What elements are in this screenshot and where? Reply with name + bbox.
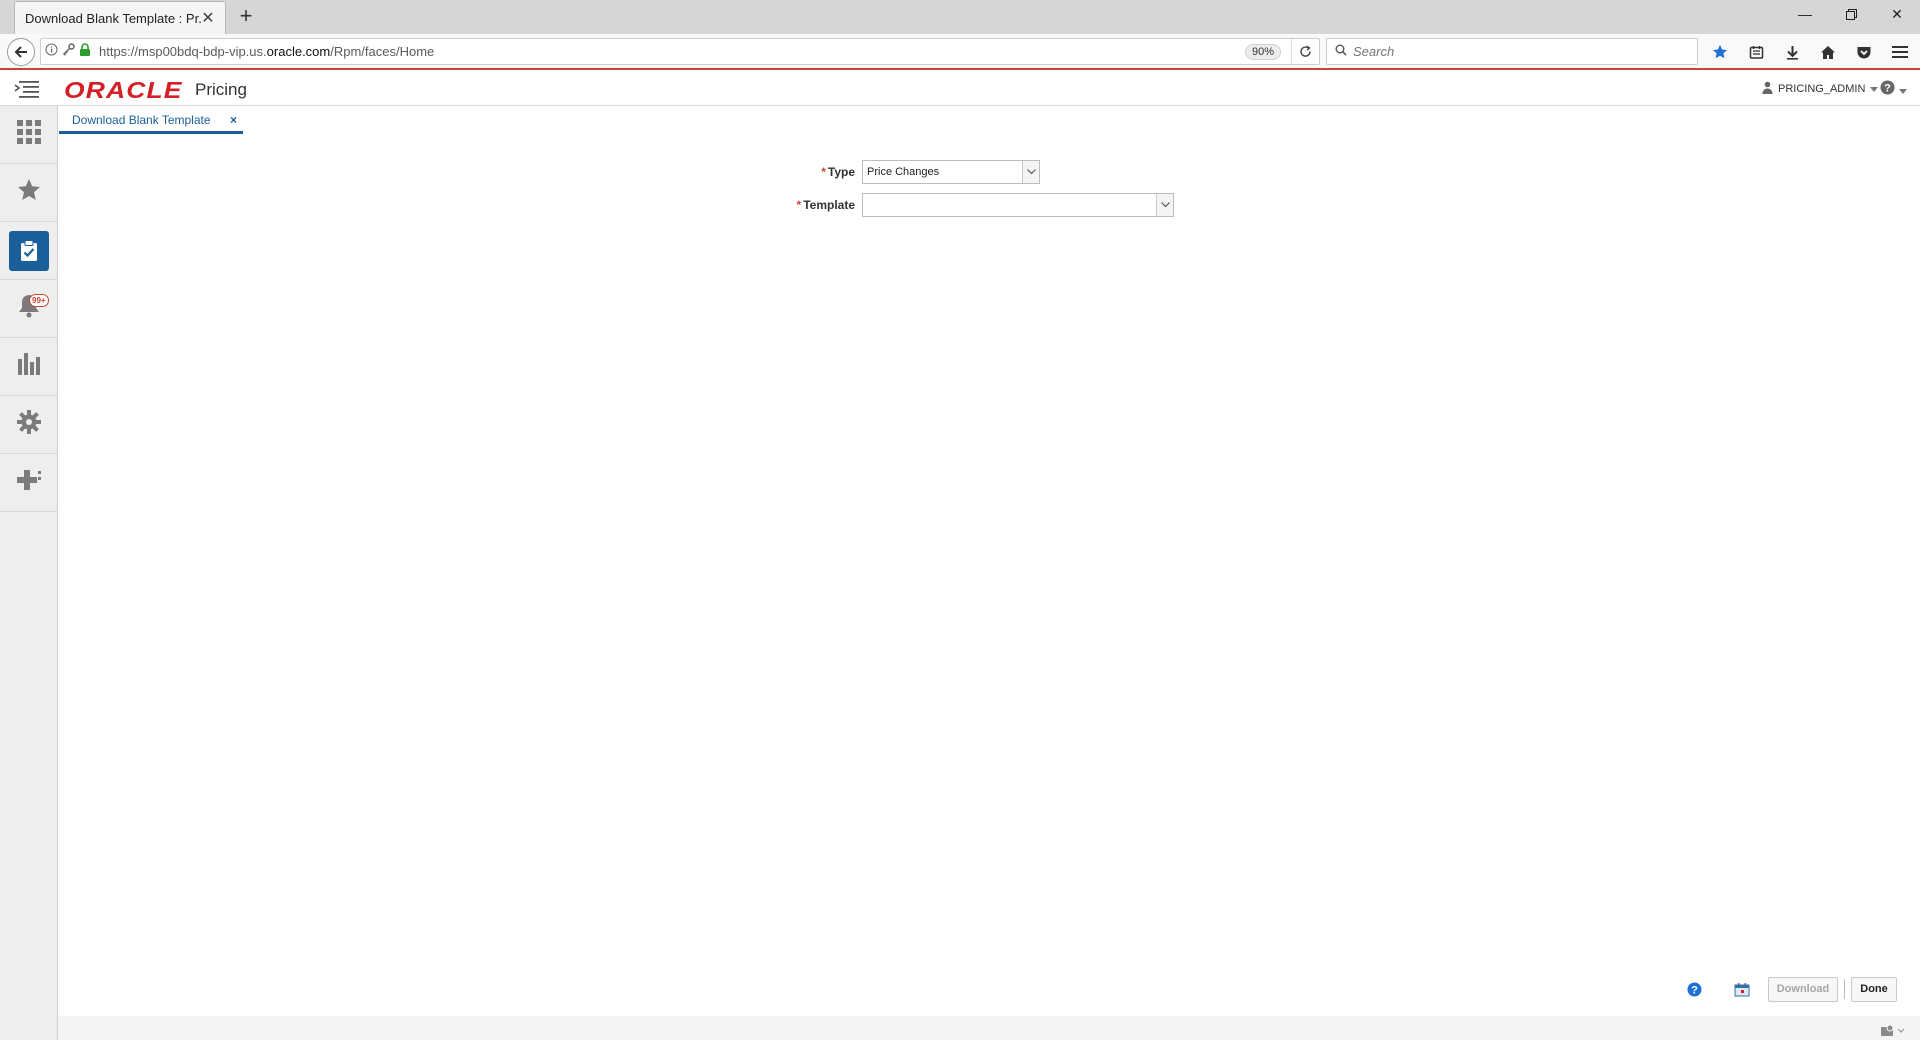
template-select[interactable] <box>862 193 1174 217</box>
browser-tab-bar: Download Blank Template : Pr... ✕ + — ✕ <box>0 0 1920 34</box>
footer-actions: ? Download Done <box>1680 976 1897 1002</box>
chevron-down-icon[interactable] <box>1156 194 1173 216</box>
oracle-logo: ORACLE <box>64 77 183 103</box>
help-icon[interactable]: ? <box>1680 976 1708 1002</box>
sidebar-item-apps[interactable] <box>0 106 57 164</box>
home-icon[interactable] <box>1814 38 1842 66</box>
reload-icon[interactable] <box>1291 39 1319 64</box>
browser-toolbar <box>1706 38 1878 66</box>
type-select-value: Price Changes <box>867 166 940 178</box>
sidebar-item-tasks[interactable] <box>0 222 57 280</box>
bar-chart-icon <box>17 353 40 380</box>
plus-icon <box>16 468 42 497</box>
chevron-down-icon[interactable] <box>1022 161 1039 183</box>
user-name: PRICING_ADMIN <box>1778 83 1866 95</box>
download-button[interactable]: Download <box>1768 976 1838 1002</box>
minimize-icon[interactable]: — <box>1782 0 1828 28</box>
back-arrow-icon[interactable] <box>7 38 35 66</box>
pocket-icon[interactable] <box>1850 38 1878 66</box>
close-tab-icon[interactable]: × <box>230 113 237 127</box>
type-row: * Type Price Changes <box>775 160 1040 184</box>
task-list-icon <box>8 230 49 271</box>
tab-download-blank-template[interactable]: Download Blank Template × <box>59 108 243 134</box>
template-row: * Template <box>775 193 1174 217</box>
hamburger-menu-icon[interactable] <box>1888 40 1912 64</box>
info-icon[interactable] <box>45 43 58 61</box>
type-select[interactable]: Price Changes <box>862 160 1040 184</box>
browser-tab[interactable]: Download Blank Template : Pr... ✕ <box>14 1 226 34</box>
reading-list-icon[interactable] <box>1742 38 1770 66</box>
browser-search[interactable] <box>1326 38 1698 65</box>
url-text: https://msp00bdq-bdp-vip.us.oracle.com/R… <box>99 44 435 59</box>
close-window-icon[interactable]: ✕ <box>1874 0 1920 28</box>
browser-nav-bar: https://msp00bdq-bdp-vip.us.oracle.com/R… <box>0 34 1920 70</box>
star-icon <box>17 178 41 207</box>
user-icon <box>1762 81 1773 97</box>
gear-icon <box>16 410 41 439</box>
navigator-menu-icon[interactable] <box>14 80 40 103</box>
chevron-down-icon <box>1870 83 1879 95</box>
help-menu[interactable]: ? <box>1880 80 1907 100</box>
sidebar-item-settings[interactable] <box>0 396 57 454</box>
grid-icon <box>16 120 41 149</box>
help-icon: ? <box>1880 80 1895 100</box>
zoom-level[interactable]: 90% <box>1244 43 1281 60</box>
button-divider <box>1844 979 1845 999</box>
download-icon[interactable] <box>1778 38 1806 66</box>
accessibility-settings-icon[interactable] <box>1880 1024 1905 1042</box>
svg-text:?: ? <box>1691 984 1698 996</box>
window-controls: — ✕ <box>1782 0 1920 28</box>
app-header: ORACLE Pricing PRICING_ADMIN ? <box>0 72 1920 106</box>
restore-icon[interactable] <box>1828 0 1874 28</box>
lock-icon <box>79 42 91 61</box>
sidebar-item-favorites[interactable] <box>0 164 57 222</box>
status-bar <box>58 1016 1920 1040</box>
tab-label: Download Blank Template <box>72 112 211 127</box>
bookmark-star-icon[interactable] <box>1706 38 1734 66</box>
search-icon <box>1335 43 1347 61</box>
sidebar-item-notifications[interactable]: 99+ <box>0 280 57 338</box>
template-label: * Template <box>796 198 855 212</box>
sidebar-item-add[interactable] <box>0 454 57 512</box>
close-tab-icon[interactable]: ✕ <box>201 8 215 28</box>
new-tab-icon[interactable]: + <box>236 5 256 27</box>
left-sidebar: 99+ <box>0 106 58 1040</box>
search-input[interactable] <box>1353 44 1673 59</box>
notifications-count-badge: 99+ <box>29 294 49 307</box>
user-menu[interactable]: PRICING_ADMIN <box>1762 81 1879 97</box>
browser-tab-title: Download Blank Template : Pr... <box>25 10 201 26</box>
type-label: * Type <box>821 165 855 179</box>
key-icon <box>62 42 75 61</box>
url-bar[interactable]: https://msp00bdq-bdp-vip.us.oracle.com/R… <box>40 38 1320 65</box>
sidebar-item-reports[interactable] <box>0 338 57 396</box>
svg-text:?: ? <box>1884 82 1891 94</box>
done-button[interactable]: Done <box>1851 976 1897 1002</box>
calendar-icon[interactable] <box>1728 976 1756 1002</box>
chevron-down-icon <box>1899 81 1907 99</box>
product-name: Pricing <box>195 80 247 99</box>
